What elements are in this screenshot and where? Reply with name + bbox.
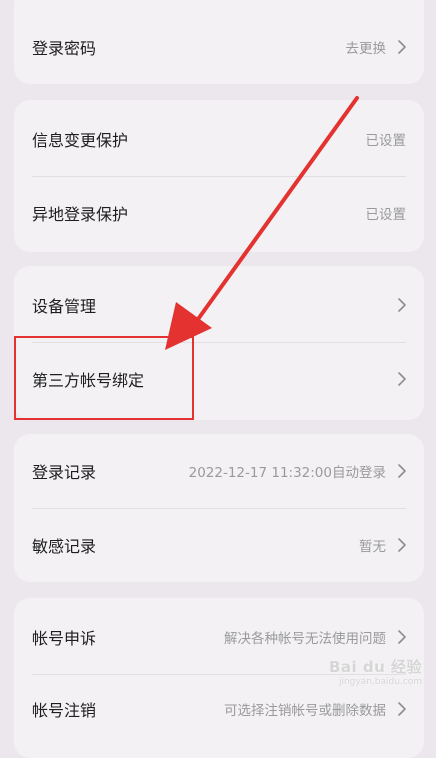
row-third-party-account-binding[interactable]: 第三方帐号绑定 <box>14 342 424 416</box>
chevron-right-icon <box>398 538 406 552</box>
row-value: 2022-12-17 11:32:00自动登录 <box>188 465 386 481</box>
watermark-url: jingyan.baidu.com <box>338 677 422 687</box>
chevron-right-icon <box>398 40 406 54</box>
chevron-right-icon <box>398 630 406 644</box>
row-label: 敏感记录 <box>32 537 97 556</box>
row-remote-login-protection[interactable]: 异地登录保护 已设置 <box>14 176 424 250</box>
chevron-right-icon <box>398 702 406 716</box>
section-card-password: 登录密码 去更换 <box>14 0 424 84</box>
row-label: 帐号注销 <box>32 701 97 720</box>
chevron-right-icon <box>398 464 406 478</box>
row-value: 解决各种帐号无法使用问题 <box>224 631 386 647</box>
watermark-brand: Bai du 经验 <box>328 658 422 676</box>
row-device-management[interactable]: 设备管理 <box>14 268 424 342</box>
row-value: 已设置 <box>365 133 407 149</box>
row-label: 信息变更保护 <box>32 131 129 150</box>
row-value: 去更换 <box>345 41 387 57</box>
section-card-records: 登录记录 2022-12-17 11:32:00自动登录 敏感记录 暂无 <box>14 434 424 582</box>
row-value: 可选择注销帐号或删除数据 <box>224 703 386 719</box>
row-login-password[interactable]: 登录密码 去更换 <box>14 10 424 84</box>
section-card-devices: 设备管理 第三方帐号绑定 <box>14 266 424 420</box>
row-label: 登录密码 <box>32 39 97 58</box>
section-card-protection: 信息变更保护 已设置 异地登录保护 已设置 <box>14 100 424 252</box>
row-label: 异地登录保护 <box>32 205 129 224</box>
row-label: 第三方帐号绑定 <box>32 371 145 390</box>
row-sensitive-records[interactable]: 敏感记录 暂无 <box>14 508 424 582</box>
baidu-watermark-logo: Bai du 经验 jingyan.baidu.com <box>329 656 422 687</box>
row-label: 帐号申诉 <box>32 629 97 648</box>
row-value: 已设置 <box>365 207 407 223</box>
row-value: 暂无 <box>359 539 386 555</box>
chevron-right-icon <box>398 372 406 386</box>
row-info-change-protection[interactable]: 信息变更保护 已设置 <box>14 102 424 176</box>
row-label: 登录记录 <box>32 463 97 482</box>
row-login-records[interactable]: 登录记录 2022-12-17 11:32:00自动登录 <box>14 434 424 508</box>
row-label: 设备管理 <box>32 297 97 316</box>
chevron-right-icon <box>398 298 406 312</box>
